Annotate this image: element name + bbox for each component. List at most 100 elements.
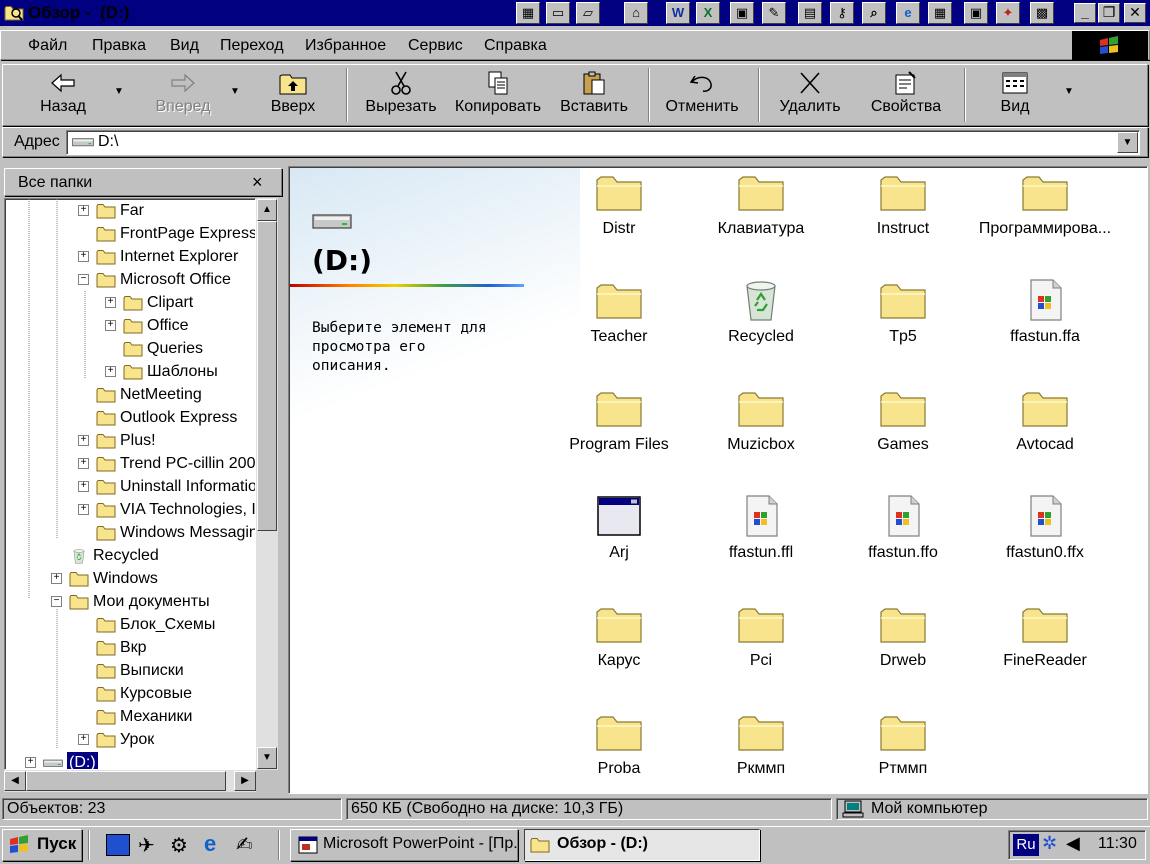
expand-icon[interactable]: + (78, 458, 89, 469)
scroll-left-button[interactable]: ◀ (4, 771, 26, 791)
address-dropdown-button[interactable]: ▼ (1117, 132, 1138, 153)
view-dropdown-icon[interactable]: ▼ (1064, 86, 1074, 97)
folders-close-button[interactable]: × (252, 172, 263, 193)
file-item[interactable]: Games (832, 386, 974, 454)
calculator-icon[interactable]: ▩ (1030, 2, 1054, 24)
key-icon[interactable]: ⚷ (830, 2, 854, 24)
expand-icon[interactable]: + (51, 573, 62, 584)
file-item[interactable]: Программирова... (974, 170, 1116, 238)
file-item[interactable]: Instruct (832, 170, 974, 238)
vscroll-thumb[interactable] (257, 221, 277, 531)
back-dropdown-icon[interactable]: ▼ (114, 86, 124, 97)
network-tray-icon[interactable]: ✲ (1042, 833, 1057, 854)
expand-icon[interactable]: + (78, 504, 89, 515)
back-button[interactable]: Назад (26, 66, 100, 124)
menu-edit[interactable]: Правка (92, 36, 146, 56)
task-powerpoint[interactable]: Microsoft PowerPoint - [Пр... (290, 829, 518, 861)
undo-button[interactable]: Отменить (660, 66, 744, 124)
file-item[interactable]: Pci (690, 602, 832, 670)
file-item[interactable]: ffastun.ffo (832, 494, 974, 562)
binder-icon[interactable]: ▤ (798, 2, 822, 24)
expand-icon[interactable]: + (78, 205, 89, 216)
explorer-folder-icon[interactable] (4, 3, 24, 23)
internet-explorer-icon[interactable]: e (896, 2, 920, 24)
menu-help[interactable]: Справка (484, 36, 547, 56)
minimize-button[interactable]: _ (1074, 3, 1096, 23)
file-item[interactable]: Карус (548, 602, 690, 670)
scroll-down-button[interactable]: ▼ (257, 747, 277, 769)
new-document-icon[interactable]: ▭ (546, 2, 570, 24)
access-icon[interactable]: ✎ (762, 2, 786, 24)
folder-icon (96, 709, 116, 725)
expand-icon[interactable]: + (25, 757, 36, 768)
expand-icon[interactable]: + (78, 435, 89, 446)
expand-icon[interactable]: + (78, 481, 89, 492)
office-icon[interactable]: ▦ (516, 2, 540, 24)
up-button[interactable]: Вверх (260, 66, 326, 124)
expand-icon[interactable]: + (78, 734, 89, 745)
clock[interactable]: 11:30 (1098, 835, 1137, 853)
delete-button[interactable]: Удалить (772, 66, 848, 124)
expand-icon[interactable]: + (105, 297, 116, 308)
address-input[interactable] (66, 130, 1140, 155)
file-item-label: ffastun0.ffx (1006, 544, 1084, 561)
properties-button[interactable]: Свойства (864, 66, 948, 124)
cut-button[interactable]: Вырезать (360, 66, 442, 124)
menu-favorites[interactable]: Избранное (305, 36, 386, 56)
task-explorer[interactable]: Обзор - (D:) (524, 829, 760, 861)
channel-icon[interactable]: ▦ (928, 2, 952, 24)
paste-button[interactable]: Вставить (554, 66, 634, 124)
view-button[interactable]: Вид (984, 66, 1046, 124)
file-item[interactable]: Teacher (548, 278, 690, 346)
ie-quicklaunch-icon[interactable]: e (204, 831, 216, 857)
paint-icon[interactable]: ✦ (996, 2, 1020, 24)
menu-file[interactable]: Файл (28, 36, 67, 56)
file-item[interactable]: FineReader (974, 602, 1116, 670)
outlook-icon[interactable]: ⌂ (624, 2, 648, 24)
file-item[interactable]: Tp5 (832, 278, 974, 346)
file-item[interactable]: ffastun.ffl (690, 494, 832, 562)
channels-quicklaunch-icon[interactable]: ⚙ (170, 833, 188, 858)
volume-tray-icon[interactable]: ◀ (1066, 833, 1080, 854)
open-folder-icon[interactable]: ▱ (576, 2, 600, 24)
restore-button[interactable]: ❐ (1098, 3, 1120, 23)
file-item[interactable]: Muzicbox (690, 386, 832, 454)
expand-icon[interactable]: + (105, 320, 116, 331)
excel-icon[interactable]: X (696, 2, 720, 24)
file-item[interactable]: ffastun.ffa (974, 278, 1116, 346)
close-button[interactable]: ✕ (1124, 3, 1146, 23)
expand-icon[interactable]: + (78, 251, 89, 262)
language-indicator[interactable]: Ru (1013, 834, 1039, 856)
outlook-quicklaunch-icon[interactable]: ✈ (138, 833, 155, 858)
drive-title: (D:) (312, 244, 373, 277)
forward-button[interactable]: Вперед (146, 66, 220, 124)
file-item[interactable]: Distr (548, 170, 690, 238)
menu-tools[interactable]: Сервис (408, 36, 463, 56)
file-item[interactable]: Клавиатура (690, 170, 832, 238)
word-icon[interactable]: W (666, 2, 690, 24)
file-item[interactable]: Arj (548, 494, 690, 562)
collapse-icon[interactable]: − (51, 596, 62, 607)
file-item[interactable]: Ртммп (832, 710, 974, 778)
expand-icon[interactable]: + (105, 366, 116, 377)
collapse-icon[interactable]: − (78, 274, 89, 285)
file-item[interactable]: Recycled (690, 278, 832, 346)
file-item[interactable]: Drweb (832, 602, 974, 670)
copy-button[interactable]: Копировать (452, 66, 544, 124)
scroll-right-button[interactable]: ▶ (234, 771, 256, 791)
powerpoint-icon[interactable]: ▣ (730, 2, 754, 24)
file-item[interactable]: ffastun0.ffx (974, 494, 1116, 562)
menu-view[interactable]: Вид (170, 36, 199, 56)
scroll-up-button[interactable]: ▲ (257, 199, 277, 221)
monitor-icon[interactable]: ▣ (964, 2, 988, 24)
find-icon[interactable]: ⌕ (862, 2, 886, 24)
menu-go[interactable]: Переход (220, 36, 284, 56)
file-item[interactable]: Ркммп (690, 710, 832, 778)
file-item[interactable]: Program Files (548, 386, 690, 454)
hscroll-thumb[interactable] (26, 771, 226, 791)
file-item[interactable]: Avtocad (974, 386, 1116, 454)
file-item[interactable]: Proba (548, 710, 690, 778)
forward-dropdown-icon[interactable]: ▼ (230, 86, 240, 97)
notepad-quicklaunch-icon[interactable]: ✍ (236, 832, 253, 857)
desktop-quicklaunch-icon[interactable] (106, 834, 130, 856)
